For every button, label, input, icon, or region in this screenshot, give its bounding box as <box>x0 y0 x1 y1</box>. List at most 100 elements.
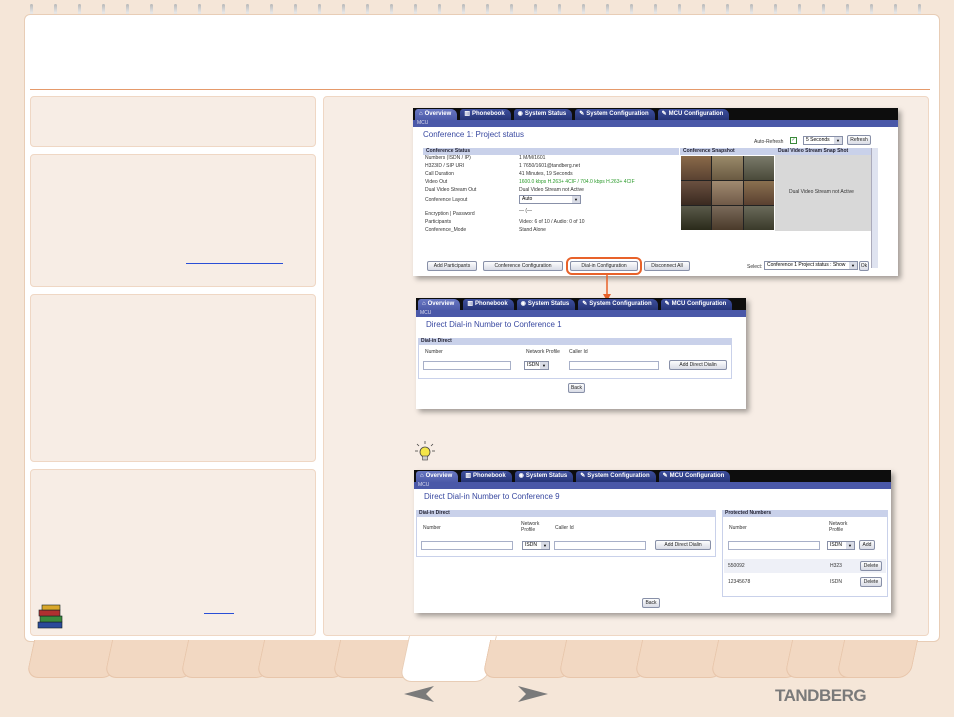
wrench-icon: ✎ <box>664 301 670 307</box>
tab-system-status[interactable]: ◉ System Status <box>516 299 576 310</box>
next-page-arrow-icon[interactable] <box>518 686 548 702</box>
brand-logo: TANDBERG <box>775 686 867 705</box>
tab-label: System Status <box>524 111 567 117</box>
dial-in-direct-box: Number Network Profile Caller Id ISDN Ad… <box>418 345 732 379</box>
protected-profile-select[interactable]: ISDN <box>827 541 855 550</box>
tab-label: Phonebook <box>474 301 508 307</box>
ok-button[interactable]: Ok <box>859 261 869 271</box>
conference-snapshot-image <box>681 156 774 230</box>
video-tile <box>712 156 743 180</box>
auto-refresh-label: Auto-Refresh <box>754 139 784 145</box>
protected-profile-column-label: Network Profile <box>829 521 848 533</box>
video-tile <box>712 206 743 230</box>
tab-label: Overview <box>425 473 453 479</box>
hyperlink[interactable] <box>204 613 234 614</box>
refresh-interval-select[interactable]: 5 Seconds <box>803 136 843 145</box>
tab-overview[interactable]: ⌂ Overview <box>416 471 459 482</box>
number-column-label: Number <box>423 525 441 531</box>
hyperlink[interactable] <box>186 263 283 264</box>
number-input[interactable] <box>423 361 511 370</box>
tab-overview[interactable]: ⌂ Overview <box>415 109 458 120</box>
dual-video-status: Dual Video Stream not Active <box>789 189 854 195</box>
page-title: Direct Dial-in Number to Conference 1 <box>426 320 562 329</box>
left-panel-steps <box>30 154 316 287</box>
row-label: Participants <box>425 219 452 225</box>
tab-label: Overview <box>424 111 452 117</box>
network-profile-select[interactable]: ISDN <box>524 361 549 370</box>
tab-label: Phonebook <box>471 111 505 117</box>
delete-button[interactable]: Delete <box>860 561 882 571</box>
dial-in-configuration-button[interactable]: Dial-in Configuration <box>566 257 642 275</box>
tab-system-configuration[interactable]: ✎ System Configuration <box>578 299 658 310</box>
previous-page-arrow-icon[interactable] <box>404 686 434 702</box>
back-button[interactable]: Back <box>568 383 585 393</box>
protected-numbers-box: Number Network Profile ISDN Add 550092 H… <box>722 517 888 597</box>
row-label: Numbers (ISDN / IP) <box>425 155 471 161</box>
video-tile <box>681 156 712 180</box>
row-value: Stand Alone <box>519 227 546 233</box>
section-tab-active[interactable] <box>399 636 497 682</box>
protected-number: 550092 <box>728 563 745 569</box>
tab-system-configuration[interactable]: ✎ System Configuration <box>575 109 655 120</box>
caller-id-input[interactable] <box>569 361 659 370</box>
refresh-button[interactable]: Refresh <box>847 135 871 145</box>
dial-in-screenshot-2: ⌂ Overview ▥ Phonebook ◉ System Status ✎ Sys… <box>414 470 891 613</box>
wrench-icon: ✎ <box>582 301 588 307</box>
section-tab[interactable] <box>835 640 919 678</box>
tab-phonebook[interactable]: ▥ Phonebook <box>463 299 514 310</box>
video-tile <box>743 156 774 180</box>
disconnect-all-button[interactable]: Disconnect All <box>644 261 690 271</box>
left-panel-notes <box>30 294 316 462</box>
add-direct-dialin-button[interactable]: Add Direct Dialin <box>669 360 727 370</box>
table-row: 12345678 ISDN Delete <box>724 575 886 589</box>
book-icon: ▥ <box>465 473 471 479</box>
tab-phonebook[interactable]: ▥ Phonebook <box>461 471 512 482</box>
protected-numbers-header: Protected Numbers <box>722 510 888 517</box>
row-label: Call Duration <box>425 171 454 177</box>
tab-bar: ⌂ Overview ▥ Phonebook ◉ System Status ✎ Sys… <box>416 298 746 310</box>
tab-label: Overview <box>427 301 455 307</box>
tab-label: System Configuration <box>587 473 650 479</box>
network-profile-select[interactable]: ISDN <box>522 541 550 550</box>
row-value: 1 7650/1601@tandberg.net <box>519 163 580 169</box>
protected-add-button[interactable]: Add <box>859 540 875 550</box>
protected-number-input[interactable] <box>728 541 820 550</box>
home-icon: ⌂ <box>422 301 426 307</box>
tab-mcu-configuration[interactable]: ✎ MCU Configuration <box>660 299 733 310</box>
tab-label: MCU Configuration <box>669 473 725 479</box>
books-icon <box>37 604 63 629</box>
add-participants-button[interactable]: Add Participants <box>427 261 477 271</box>
tab-system-status[interactable]: ◉ System Status <box>514 471 574 482</box>
back-button[interactable]: Back <box>642 598 660 608</box>
tab-phonebook[interactable]: ▥ Phonebook <box>460 109 511 120</box>
book-icon: ▥ <box>464 111 470 117</box>
protected-number: 12345678 <box>728 579 751 585</box>
conference-layout-select[interactable]: Auto <box>519 195 581 204</box>
row-value: Dual Video Stream not Active <box>519 187 584 193</box>
row-value: 41 Minutes, 19 Seconds <box>519 171 573 177</box>
tab-overview[interactable]: ⌂ Overview <box>418 299 461 310</box>
video-tile <box>681 181 712 205</box>
video-tile <box>743 206 774 230</box>
page-title: Direct Dial-in Number to Conference 9 <box>424 492 560 501</box>
auto-refresh-checkbox[interactable]: ✓ <box>790 137 797 144</box>
delete-button[interactable]: Delete <box>860 577 882 587</box>
scrollbar[interactable] <box>871 148 878 268</box>
status-table: Numbers (ISDN / IP) 1 M/M/1601 H323ID / … <box>423 155 679 233</box>
dual-video-header: Dual Video Stream Snap Shot <box>775 148 871 155</box>
bottom-section-tabs <box>24 636 930 682</box>
tab-mcu-configuration[interactable]: ✎ MCU Configuration <box>658 471 731 482</box>
status-icon: ◉ <box>520 301 526 307</box>
tab-label: System Configuration <box>586 111 649 117</box>
add-direct-dialin-button[interactable]: Add Direct Dialin <box>655 540 711 550</box>
row-value: 1600.0 kbps H.263+ 4CIF / 704.0 kbps H.2… <box>519 179 635 185</box>
conference-configuration-button[interactable]: Conference Configuration <box>483 261 563 271</box>
tab-system-status[interactable]: ◉ System Status <box>513 109 573 120</box>
caller-id-input[interactable] <box>554 541 646 550</box>
tab-bar: ⌂ Overview ▥ Phonebook ◉ System Status ✎ Sys… <box>413 108 898 120</box>
tab-system-configuration[interactable]: ✎ System Configuration <box>576 471 656 482</box>
row-label: H323ID / SIP URI <box>425 163 465 169</box>
number-input[interactable] <box>421 541 513 550</box>
tab-mcu-configuration[interactable]: ✎ MCU Configuration <box>657 109 730 120</box>
conference-select[interactable]: Conference 1 Project status : Show <box>764 261 858 270</box>
